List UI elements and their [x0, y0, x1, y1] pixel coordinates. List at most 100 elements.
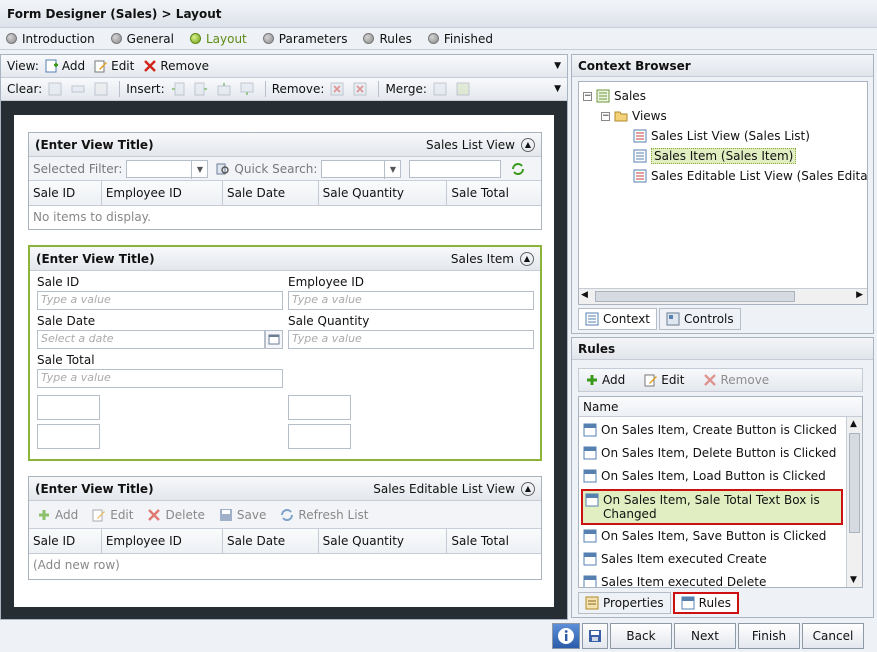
tree-node-views[interactable]: − Views: [601, 106, 667, 126]
sale-date-picker[interactable]: Select a date: [37, 330, 265, 349]
insert-column-left-button[interactable]: [171, 82, 185, 96]
delete-row-button[interactable]: Delete: [147, 508, 205, 522]
help-button[interactable]: [552, 623, 580, 649]
wizard-step-layout[interactable]: Layout: [189, 31, 247, 46]
toolbar-dropdown-icon[interactable]: ▼: [554, 61, 561, 71]
clear-row-button[interactable]: [71, 82, 85, 96]
sales-item-view[interactable]: (Enter View Title) Sales Item ▲ Sale ID T…: [28, 245, 542, 461]
scrollbar-thumb[interactable]: [595, 291, 795, 302]
column-header[interactable]: Sale Quantity: [318, 181, 448, 206]
wizard-step-finished[interactable]: Finished: [427, 31, 493, 46]
add-new-row[interactable]: (Add new row): [29, 553, 541, 577]
sales-list-view[interactable]: (Enter View Title) Sales List View ▲ Sele…: [28, 132, 542, 230]
rule-item[interactable]: On Sales Item, Load Button is Clicked: [581, 467, 843, 485]
toolbar-dropdown-icon[interactable]: ▼: [554, 84, 561, 94]
view-add-button[interactable]: Add: [45, 59, 85, 73]
refresh-icon[interactable]: [511, 162, 525, 176]
insert-row-below-button[interactable]: [240, 82, 254, 96]
tab-context[interactable]: Context: [578, 308, 658, 330]
employee-id-input[interactable]: Type a value: [288, 291, 534, 310]
collapse-icon[interactable]: ▲: [521, 481, 535, 496]
view-edit-button[interactable]: Edit: [94, 59, 134, 73]
list-view-icon: [633, 169, 647, 183]
column-header[interactable]: Sale ID: [29, 181, 102, 206]
view-remove-button[interactable]: Remove: [143, 59, 209, 73]
column-header[interactable]: Sale Date: [222, 529, 319, 554]
wizard-step-rules[interactable]: Rules: [363, 31, 412, 46]
tree-node-sales-editable-list-view[interactable]: Sales Editable List View (Sales Edita: [633, 166, 867, 186]
tree-node-sales-item[interactable]: Sales Item (Sales Item): [633, 146, 797, 166]
sale-id-input[interactable]: Type a value: [37, 291, 283, 310]
clear-all-button[interactable]: [94, 82, 108, 96]
collapse-tree-icon[interactable]: −: [583, 91, 592, 101]
scroll-left-icon[interactable]: ◀: [581, 290, 588, 300]
column-header[interactable]: Sale Date: [222, 181, 319, 206]
merge-rows-button[interactable]: [456, 82, 470, 96]
cancel-button[interactable]: Cancel: [802, 623, 864, 649]
placeholder-cell[interactable]: [288, 424, 351, 449]
scroll-right-icon[interactable]: ▶: [856, 290, 863, 300]
wizard-step-introduction[interactable]: Introduction: [6, 31, 95, 46]
clear-cell-button[interactable]: [48, 82, 62, 96]
sales-editable-list-view[interactable]: (Enter View Title) Sales Editable List V…: [28, 476, 542, 580]
rule-item[interactable]: On Sales Item, Create Button is Clicked: [581, 421, 843, 439]
tab-controls[interactable]: Controls: [659, 308, 741, 330]
remove-rule-button[interactable]: Remove: [703, 373, 769, 387]
rule-item[interactable]: On Sales Item, Save Button is Clicked: [581, 527, 843, 545]
finish-button[interactable]: Finish: [738, 623, 800, 649]
collapse-icon[interactable]: ▲: [520, 251, 534, 266]
view-title[interactable]: (Enter View Title): [36, 252, 155, 266]
calendar-icon[interactable]: [265, 330, 283, 349]
rule-item[interactable]: On Sales Item, Delete Button is Clicked: [581, 444, 843, 462]
rule-item[interactable]: Sales Item executed Create: [581, 550, 843, 568]
selected-filter-dropdown[interactable]: ▼: [126, 159, 209, 179]
remove-column-button[interactable]: [330, 82, 344, 96]
column-header[interactable]: Employee ID: [101, 181, 223, 206]
refresh-list-button[interactable]: Refresh List: [280, 508, 369, 522]
collapse-tree-icon[interactable]: −: [601, 111, 610, 121]
insert-row-above-button[interactable]: [217, 82, 231, 96]
insert-column-right-button[interactable]: [194, 82, 208, 96]
save-button[interactable]: [582, 623, 608, 649]
add-row-button[interactable]: Add: [37, 508, 78, 522]
column-header[interactable]: Sale Total: [446, 529, 541, 554]
edit-rule-button[interactable]: Edit: [644, 373, 684, 387]
rule-item-selected[interactable]: On Sales Item, Sale Total Text Box is Ch…: [581, 489, 843, 525]
sale-total-input[interactable]: Type a value: [37, 369, 283, 388]
rules-column-header[interactable]: Name: [579, 397, 862, 417]
scrollbar-thumb[interactable]: [849, 433, 860, 533]
save-rows-button[interactable]: Save: [219, 508, 266, 522]
view-title[interactable]: (Enter View Title): [35, 482, 154, 496]
scroll-up-icon[interactable]: ▲: [850, 419, 857, 429]
horizontal-scrollbar[interactable]: ◀ ▶: [579, 288, 867, 304]
merge-cells-button[interactable]: [433, 82, 447, 96]
wizard-step-general[interactable]: General: [110, 31, 174, 46]
remove-row-button[interactable]: [353, 82, 367, 96]
view-title[interactable]: (Enter View Title): [35, 138, 154, 152]
scroll-down-icon[interactable]: ▼: [850, 575, 857, 585]
vertical-scrollbar[interactable]: ▲ ▼: [846, 417, 862, 587]
collapse-icon[interactable]: ▲: [521, 137, 535, 152]
tree-node-sales-list-view[interactable]: Sales List View (Sales List): [633, 126, 810, 146]
tree-node-sales[interactable]: − Sales: [583, 86, 646, 106]
merge-cells-icon: [433, 82, 447, 96]
quick-search-input[interactable]: [409, 159, 502, 178]
wizard-step-parameters[interactable]: Parameters: [262, 31, 347, 46]
column-header[interactable]: Sale Total: [446, 181, 541, 206]
placeholder-cell[interactable]: [288, 395, 351, 420]
next-button[interactable]: Next: [674, 623, 736, 649]
placeholder-cell[interactable]: [37, 424, 100, 449]
placeholder-cell[interactable]: [37, 395, 100, 420]
back-button[interactable]: Back: [610, 623, 672, 649]
tab-rules[interactable]: Rules: [672, 592, 740, 614]
edit-row-button[interactable]: Edit: [92, 508, 133, 522]
tab-properties[interactable]: Properties: [578, 592, 671, 614]
column-header[interactable]: Sale Quantity: [318, 529, 448, 554]
add-rule-button[interactable]: Add: [585, 373, 625, 387]
rule-item[interactable]: Sales Item executed Delete: [581, 573, 843, 587]
clear-cell-icon: [48, 82, 62, 96]
column-header[interactable]: Employee ID: [101, 529, 223, 554]
quick-search-field-dropdown[interactable]: ▼: [321, 159, 402, 179]
column-header[interactable]: Sale ID: [29, 529, 102, 554]
sale-quantity-input[interactable]: Type a value: [288, 330, 534, 349]
